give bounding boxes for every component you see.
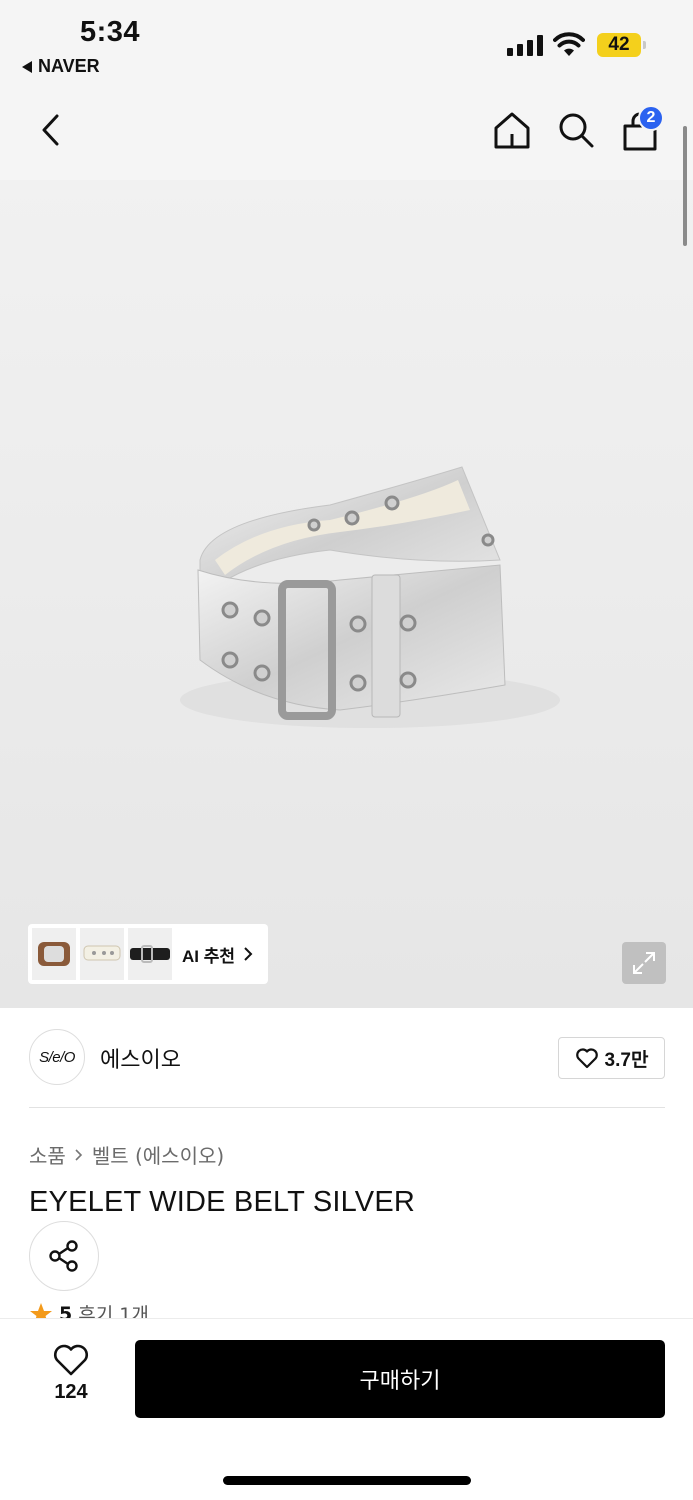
expand-icon <box>633 952 655 974</box>
status-bar: 5:34 NAVER 42 <box>0 0 693 90</box>
home-indicator[interactable] <box>223 1476 471 1485</box>
page-scrollbar[interactable] <box>683 126 687 246</box>
ai-recommend-label: AI 추천 <box>182 946 236 966</box>
expand-image-button[interactable] <box>622 942 666 984</box>
home-icon <box>494 112 530 149</box>
back-to-app-link[interactable]: NAVER <box>22 56 100 77</box>
chevron-left-icon <box>42 114 59 146</box>
home-button[interactable] <box>490 108 534 152</box>
heart-icon <box>54 1344 88 1376</box>
chevron-right-icon <box>244 947 253 961</box>
status-time: 5:34 <box>80 16 141 48</box>
brown-belt-thumb[interactable] <box>32 928 76 980</box>
brand-name[interactable]: 에스이오 <box>100 1042 181 1074</box>
back-button[interactable] <box>30 108 70 152</box>
divider <box>29 1107 665 1108</box>
product-title: EYELET WIDE BELT SILVER <box>29 1186 416 1218</box>
back-triangle-icon <box>22 60 32 73</box>
search-icon <box>559 113 594 148</box>
search-button[interactable] <box>554 108 598 152</box>
back-app-label: NAVER <box>38 56 100 76</box>
share-icon <box>49 1240 78 1272</box>
heart-icon <box>575 1048 598 1069</box>
share-button[interactable] <box>29 1221 99 1291</box>
cellular-signal-icon <box>507 34 543 56</box>
black-belt-thumb[interactable] <box>128 928 172 980</box>
ai-recommend-chip[interactable]: AI 추천 <box>28 924 268 984</box>
brand-logo[interactable]: S/e/O <box>29 1029 85 1085</box>
cart-count-badge: 2 <box>638 105 664 131</box>
breadcrumb: 소품 벨트 (에스이오) <box>29 1140 224 1169</box>
white-belt-thumb[interactable] <box>80 928 124 980</box>
brand-favorite-count: 3.7만 <box>604 1049 649 1071</box>
like-button[interactable]: 124 <box>36 1343 106 1404</box>
product-image[interactable] <box>0 180 693 1008</box>
battery-cap <box>643 41 646 49</box>
like-count: 124 <box>54 1381 88 1403</box>
breadcrumb-subcategory[interactable]: 벨트 (에스이오) <box>92 1140 224 1169</box>
battery-indicator: 42 <box>597 33 641 57</box>
wifi-icon <box>553 32 585 56</box>
buy-button[interactable]: 구매하기 <box>135 1340 665 1418</box>
breadcrumb-category[interactable]: 소품 <box>29 1140 66 1169</box>
silver-belt-image <box>180 466 560 728</box>
ai-recommend-link[interactable]: AI 추천 <box>182 942 253 967</box>
chevron-right-icon <box>75 1148 82 1161</box>
brand-favorite-button[interactable]: 3.7만 <box>558 1037 665 1079</box>
